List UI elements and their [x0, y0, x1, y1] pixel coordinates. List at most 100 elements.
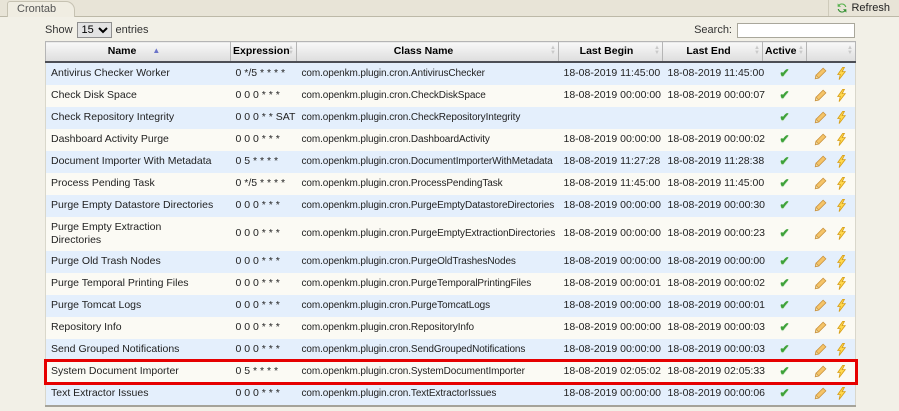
column-header-active[interactable]: Active▲▼ — [763, 42, 807, 62]
tab-bar: Crontab Refresh — [0, 0, 899, 17]
job-actions-cell — [807, 107, 856, 129]
entries-select[interactable]: 15 — [77, 22, 112, 38]
sort-both-icon: ▲▼ — [847, 46, 853, 56]
column-header-expression[interactable]: Expression▲▼ — [231, 42, 297, 62]
edit-pencil-icon[interactable] — [814, 255, 827, 268]
job-class-name: com.openkm.plugin.cron.PurgeEmptyDatasto… — [297, 195, 559, 217]
execute-lightning-icon[interactable] — [835, 227, 848, 240]
refresh-icon — [836, 2, 848, 14]
job-class-name: com.openkm.plugin.cron.PurgeEmptyExtract… — [297, 217, 559, 251]
edit-pencil-icon[interactable] — [814, 343, 827, 356]
job-last-end: 18-08-2019 00:00:02 — [663, 273, 763, 295]
table-controls: Show 15 entries Search: — [45, 21, 855, 39]
search-input[interactable] — [737, 23, 855, 38]
table-row: Repository Info 0 0 0 * * * com.openkm.p… — [46, 317, 856, 339]
execute-lightning-icon[interactable] — [835, 133, 848, 146]
job-class-name: com.openkm.plugin.cron.SystemDocumentImp… — [297, 361, 559, 383]
edit-pencil-icon[interactable] — [814, 227, 827, 240]
table-row: Purge Empty Datastore Directories 0 0 0 … — [46, 195, 856, 217]
active-check-icon: ✔ — [779, 276, 789, 290]
active-check-icon: ✔ — [779, 132, 789, 146]
job-last-begin: 18-08-2019 00:00:00 — [559, 383, 663, 406]
crontab-table: Name▲ Expression▲▼ Class Name▲▼ Last Beg… — [45, 41, 856, 407]
job-active-cell: ✔ — [763, 107, 807, 129]
execute-lightning-icon[interactable] — [835, 277, 848, 290]
refresh-label: Refresh — [851, 2, 890, 14]
job-name: System Document Importer — [46, 361, 231, 383]
refresh-button[interactable]: Refresh — [828, 0, 894, 16]
column-header-last-begin[interactable]: Last Begin▲▼ — [559, 42, 663, 62]
job-class-name: com.openkm.plugin.cron.SendGroupedNotifi… — [297, 339, 559, 361]
job-actions-cell — [807, 151, 856, 173]
sort-both-icon: ▲▼ — [798, 46, 804, 56]
show-label: Show — [45, 24, 73, 36]
execute-lightning-icon[interactable] — [835, 387, 848, 400]
table-row: Text Extractor Issues 0 0 0 * * * com.op… — [46, 383, 856, 406]
column-header-actions[interactable]: ▲▼ — [807, 42, 856, 62]
active-check-icon: ✔ — [779, 154, 789, 168]
job-expression: 0 0 0 * * * — [231, 339, 297, 361]
execute-lightning-icon[interactable] — [835, 89, 848, 102]
execute-lightning-icon[interactable] — [835, 365, 848, 378]
job-expression: 0 0 0 * * * — [231, 273, 297, 295]
execute-lightning-icon[interactable] — [835, 67, 848, 80]
job-class-name: com.openkm.plugin.cron.ProcessPendingTas… — [297, 173, 559, 195]
execute-lightning-icon[interactable] — [835, 321, 848, 334]
edit-pencil-icon[interactable] — [814, 277, 827, 290]
job-active-cell: ✔ — [763, 217, 807, 251]
execute-lightning-icon[interactable] — [835, 255, 848, 268]
execute-lightning-icon[interactable] — [835, 199, 848, 212]
sort-asc-icon: ▲ — [152, 46, 160, 55]
job-actions-cell — [807, 361, 856, 383]
job-expression: 0 0 0 * * * — [231, 317, 297, 339]
execute-lightning-icon[interactable] — [835, 177, 848, 190]
edit-pencil-icon[interactable] — [814, 321, 827, 334]
column-header-name[interactable]: Name▲ — [46, 42, 231, 62]
active-check-icon: ✔ — [779, 364, 789, 378]
job-last-end: 18-08-2019 11:28:38 — [663, 151, 763, 173]
job-active-cell: ✔ — [763, 317, 807, 339]
active-check-icon: ✔ — [779, 342, 789, 356]
job-name: Document Importer With Metadata — [46, 151, 231, 173]
sort-both-icon: ▲▼ — [550, 46, 556, 56]
column-header-class-name[interactable]: Class Name▲▼ — [297, 42, 559, 62]
job-active-cell: ✔ — [763, 361, 807, 383]
active-check-icon: ✔ — [779, 226, 789, 240]
search-control: Search: — [694, 23, 855, 38]
edit-pencil-icon[interactable] — [814, 155, 827, 168]
edit-pencil-icon[interactable] — [814, 133, 827, 146]
job-name: Process Pending Task — [46, 173, 231, 195]
job-name: Repository Info — [46, 317, 231, 339]
execute-lightning-icon[interactable] — [835, 343, 848, 356]
edit-pencil-icon[interactable] — [814, 299, 827, 312]
edit-pencil-icon[interactable] — [814, 365, 827, 378]
execute-lightning-icon[interactable] — [835, 111, 848, 124]
execute-lightning-icon[interactable] — [835, 155, 848, 168]
job-actions-cell — [807, 383, 856, 406]
job-last-end: 18-08-2019 00:00:01 — [663, 295, 763, 317]
edit-pencil-icon[interactable] — [814, 89, 827, 102]
tab-crontab[interactable]: Crontab — [7, 1, 75, 17]
table-row: Process Pending Task 0 */5 * * * * com.o… — [46, 173, 856, 195]
job-last-begin: 18-08-2019 00:00:00 — [559, 251, 663, 273]
edit-pencil-icon[interactable] — [814, 111, 827, 124]
edit-pencil-icon[interactable] — [814, 199, 827, 212]
table-row-highlighted: System Document Importer 0 5 * * * * com… — [46, 361, 856, 383]
job-active-cell: ✔ — [763, 339, 807, 361]
edit-pencil-icon[interactable] — [814, 67, 827, 80]
table-row: Purge Empty Extraction Directories 0 0 0… — [46, 217, 856, 251]
table-row: Dashboard Activity Purge 0 0 0 * * * com… — [46, 129, 856, 151]
job-expression: 0 0 0 * * * — [231, 295, 297, 317]
active-check-icon: ✔ — [779, 386, 789, 400]
column-header-last-end[interactable]: Last End▲▼ — [663, 42, 763, 62]
job-last-begin: 18-08-2019 11:45:00 — [559, 173, 663, 195]
edit-pencil-icon[interactable] — [814, 177, 827, 190]
job-actions-cell — [807, 251, 856, 273]
edit-pencil-icon[interactable] — [814, 387, 827, 400]
execute-lightning-icon[interactable] — [835, 299, 848, 312]
active-check-icon: ✔ — [779, 320, 789, 334]
job-active-cell: ✔ — [763, 62, 807, 85]
job-last-end: 18-08-2019 11:45:00 — [663, 173, 763, 195]
job-active-cell: ✔ — [763, 383, 807, 406]
job-class-name: com.openkm.plugin.cron.AntivirusChecker — [297, 62, 559, 85]
